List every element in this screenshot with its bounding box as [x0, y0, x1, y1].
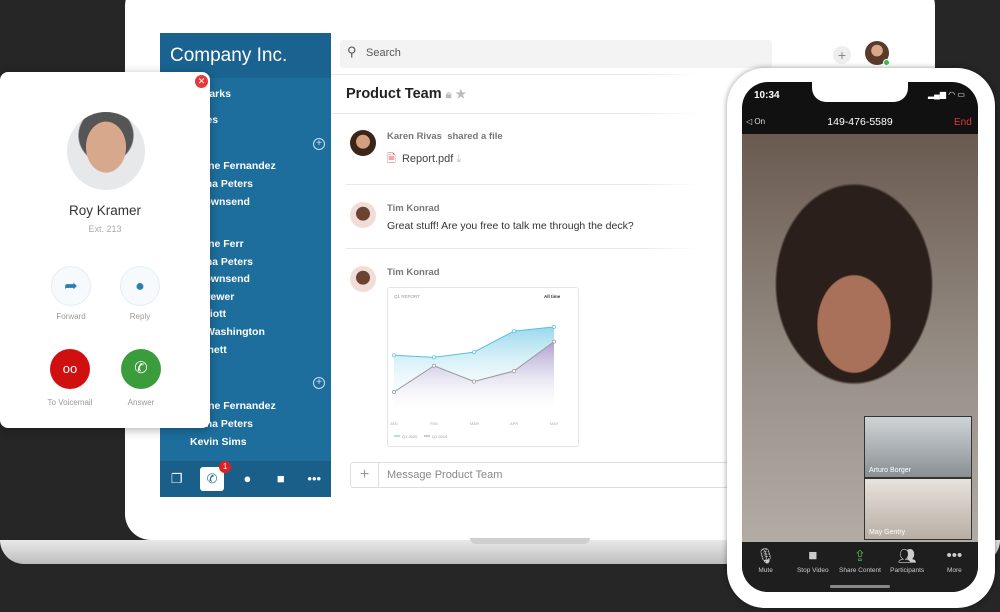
- microphone-icon: 🎙︎: [756, 548, 776, 565]
- data-point: [392, 353, 396, 358]
- search-input[interactable]: ⚲ Search: [340, 40, 772, 68]
- chart-filter: All time: [544, 294, 561, 299]
- participants-button[interactable]: 👥︎ Participants: [885, 547, 929, 592]
- chat-bubble-icon: ●: [135, 278, 145, 295]
- voicemail-button[interactable]: oo: [50, 349, 90, 389]
- avatar: [350, 130, 376, 156]
- voicemail-icon: oo: [62, 361, 78, 376]
- x-tick-label: MAY: [550, 421, 559, 426]
- more-icon[interactable]: •••: [304, 469, 324, 489]
- home-indicator: [830, 585, 890, 588]
- video-icon: ■: [808, 547, 818, 564]
- phone-icon[interactable]: ✆ 1: [200, 461, 232, 491]
- message-placeholder: Message Product Team: [387, 469, 503, 481]
- data-point: [552, 339, 556, 344]
- mute-button[interactable]: 🎙︎ Mute: [744, 547, 788, 592]
- status-icons: ▂▄▆ ◠ ▭: [928, 90, 965, 99]
- incoming-call-card: ✕ Roy Kramer Ext. 213 ➦ Forward ● Reply …: [0, 72, 210, 428]
- forward-label: Forward: [56, 312, 86, 321]
- legend-label: Q1 2019: [432, 434, 448, 439]
- add-button[interactable]: +: [833, 46, 851, 64]
- fade-overlay: [640, 70, 740, 500]
- sidebar-item[interactable]: Kevin Sims: [190, 436, 247, 448]
- message-author: Karen Rivas shared a file: [387, 131, 503, 142]
- message-input[interactable]: + Message Product Team: [350, 462, 730, 488]
- x-tick-label: APR: [510, 421, 518, 426]
- reply-button[interactable]: ●: [120, 266, 160, 306]
- online-status-icon: [883, 59, 890, 66]
- end-call-button[interactable]: End: [954, 117, 972, 128]
- attach-button[interactable]: +: [351, 463, 379, 487]
- participant-tile[interactable]: Arturo Borger: [864, 416, 972, 478]
- data-point: [432, 363, 436, 368]
- search-icon: ⚲: [347, 44, 357, 59]
- messages-icon[interactable]: ❐: [167, 469, 187, 489]
- data-point: [432, 355, 436, 360]
- lock-icon: 🔒︎: [445, 89, 452, 101]
- file-attachment[interactable]: 🗎︎ Report.pdf ⤓: [387, 150, 461, 169]
- phone-screen: 10:34 ▂▄▆ ◠ ▭ ◁ On 149-476-5589 End Artu…: [742, 82, 978, 592]
- answer-label: Answer: [127, 398, 155, 407]
- add-icon[interactable]: +: [313, 138, 325, 150]
- message-author: Tim Konrad: [387, 267, 440, 278]
- phone-notch: [812, 82, 908, 102]
- search-placeholder: Search: [366, 47, 401, 59]
- data-point: [512, 369, 516, 373]
- share-icon: ⇪: [853, 548, 867, 565]
- call-number: 149-476-5589: [827, 116, 893, 128]
- pdf-icon: 🗎︎: [387, 153, 396, 165]
- chart-card[interactable]: Q1 REPORT All time Q1 2020 Q1 2019 JAN FEB M…: [387, 287, 579, 447]
- sidebar-toolbar: ❐ ✆ 1 ● ■ •••: [160, 461, 331, 497]
- message-author: Tim Konrad: [387, 203, 440, 214]
- add-icon[interactable]: +: [313, 377, 325, 389]
- download-icon[interactable]: ⤓: [456, 153, 461, 165]
- close-icon[interactable]: ✕: [195, 75, 208, 88]
- channel-title: Product Team 🔒︎ ★: [346, 86, 467, 102]
- report-chart: Q1 REPORT All time Q1 2020 Q1 2019 JAN FEB M…: [390, 294, 561, 439]
- caller-avatar: [67, 112, 145, 190]
- x-tick-label: JAN: [390, 421, 398, 426]
- data-point: [512, 329, 516, 334]
- video-icon[interactable]: ■: [271, 469, 291, 489]
- clock: 10:34: [754, 90, 780, 101]
- data-point: [472, 379, 476, 384]
- avatar: [350, 202, 376, 228]
- more-button[interactable]: ••• More: [932, 547, 976, 592]
- x-tick-label: MAR: [470, 421, 479, 426]
- participant-tile[interactable]: May Gentry: [864, 478, 972, 540]
- stop-video-button[interactable]: ■ Stop Video: [791, 547, 835, 592]
- more-icon: •••: [946, 547, 963, 564]
- laptop-notch: [470, 538, 590, 544]
- data-point: [472, 350, 476, 355]
- reply-label: Reply: [129, 312, 151, 321]
- forward-button[interactable]: ➦: [51, 266, 91, 306]
- caller-ext: Ext. 213: [88, 224, 122, 234]
- contacts-icon[interactable]: ●: [237, 469, 257, 489]
- participants-icon: 👥︎: [897, 548, 917, 565]
- avatar: [350, 266, 376, 292]
- star-icon[interactable]: ★: [456, 87, 467, 101]
- legend-label: Q1 2020: [402, 434, 418, 439]
- phone-icon: ✆: [134, 360, 148, 377]
- data-point: [552, 324, 556, 329]
- call-badge: 1: [219, 461, 232, 473]
- answer-button[interactable]: ✆: [121, 349, 161, 389]
- x-tick-label: FEB: [430, 421, 438, 426]
- message-text: Great stuff! Are you free to talk me thr…: [387, 220, 634, 232]
- forward-icon: ➦: [64, 278, 78, 295]
- caller-name: Roy Kramer: [68, 203, 141, 218]
- chart-title: Q1 REPORT: [394, 294, 420, 299]
- data-point: [392, 390, 396, 394]
- voicemail-label: To Voicemail: [47, 398, 93, 407]
